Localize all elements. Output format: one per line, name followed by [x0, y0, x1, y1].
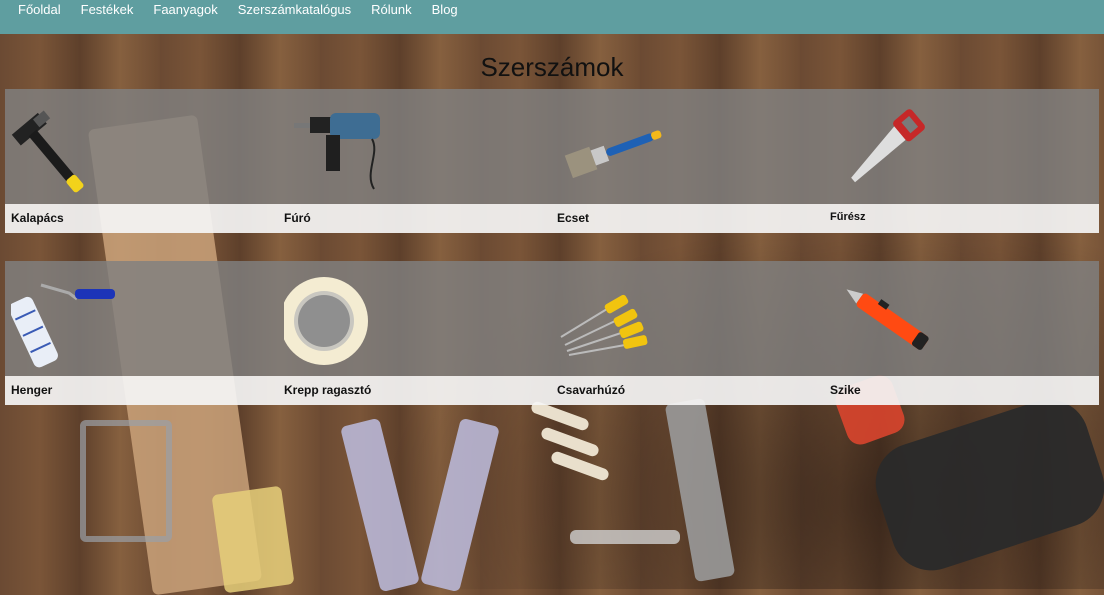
nav-item-festekek[interactable]: Festékek [71, 0, 144, 17]
cutter-knife-icon [846, 289, 929, 350]
nav-item-szerszamkatalogus[interactable]: Szerszámkatalógus [228, 0, 361, 17]
top-navigation: Főoldal Festékek Faanyagok Szerszámkatal… [0, 0, 1104, 34]
tool-card-furo[interactable]: Fúró [278, 89, 551, 233]
tool-name: Henger [11, 383, 53, 397]
screwdriver-icon [560, 294, 648, 356]
tool-row-2: Henger Krepp ragasztó Csavarhúzó Szike [5, 261, 1099, 405]
tool-name: Szike [830, 383, 861, 397]
nav-item-rolunk[interactable]: Rólunk [361, 0, 421, 17]
nav-item-fooldal[interactable]: Főoldal [8, 0, 71, 17]
tool-name: Ecset [557, 211, 590, 225]
tool-card-csavarhuzo[interactable]: Csavarhúzó [551, 261, 824, 405]
tool-card-krepp-ragaszto[interactable]: Krepp ragasztó [278, 261, 551, 405]
tool-name: Krepp ragasztó [284, 383, 372, 397]
tool-name: Fűrész [830, 211, 866, 223]
drill-icon [294, 113, 380, 190]
tool-name: Kalapács [11, 211, 64, 225]
tool-card-furesz[interactable]: Fűrész [824, 89, 1097, 233]
tool-name: Fúró [284, 211, 311, 225]
tool-card-ecset[interactable]: Ecset [551, 89, 824, 233]
page-title: Szerszámok [480, 52, 624, 82]
brush-icon [564, 130, 662, 179]
roller-icon [11, 283, 115, 368]
tool-row-1: Kalapács Fúró Ecset Fűrész [5, 89, 1099, 233]
tape-icon [284, 277, 368, 365]
nav-item-blog[interactable]: Blog [422, 0, 468, 17]
tool-card-kalapacs[interactable]: Kalapács [5, 89, 278, 233]
saw-icon [851, 109, 925, 183]
tool-card-szike[interactable]: Szike [824, 261, 1097, 405]
nav-item-faanyagok[interactable]: Faanyagok [143, 0, 227, 17]
tool-name: Csavarhúzó [557, 383, 626, 397]
hammer-icon [11, 110, 84, 193]
tool-card-henger[interactable]: Henger [5, 261, 278, 405]
